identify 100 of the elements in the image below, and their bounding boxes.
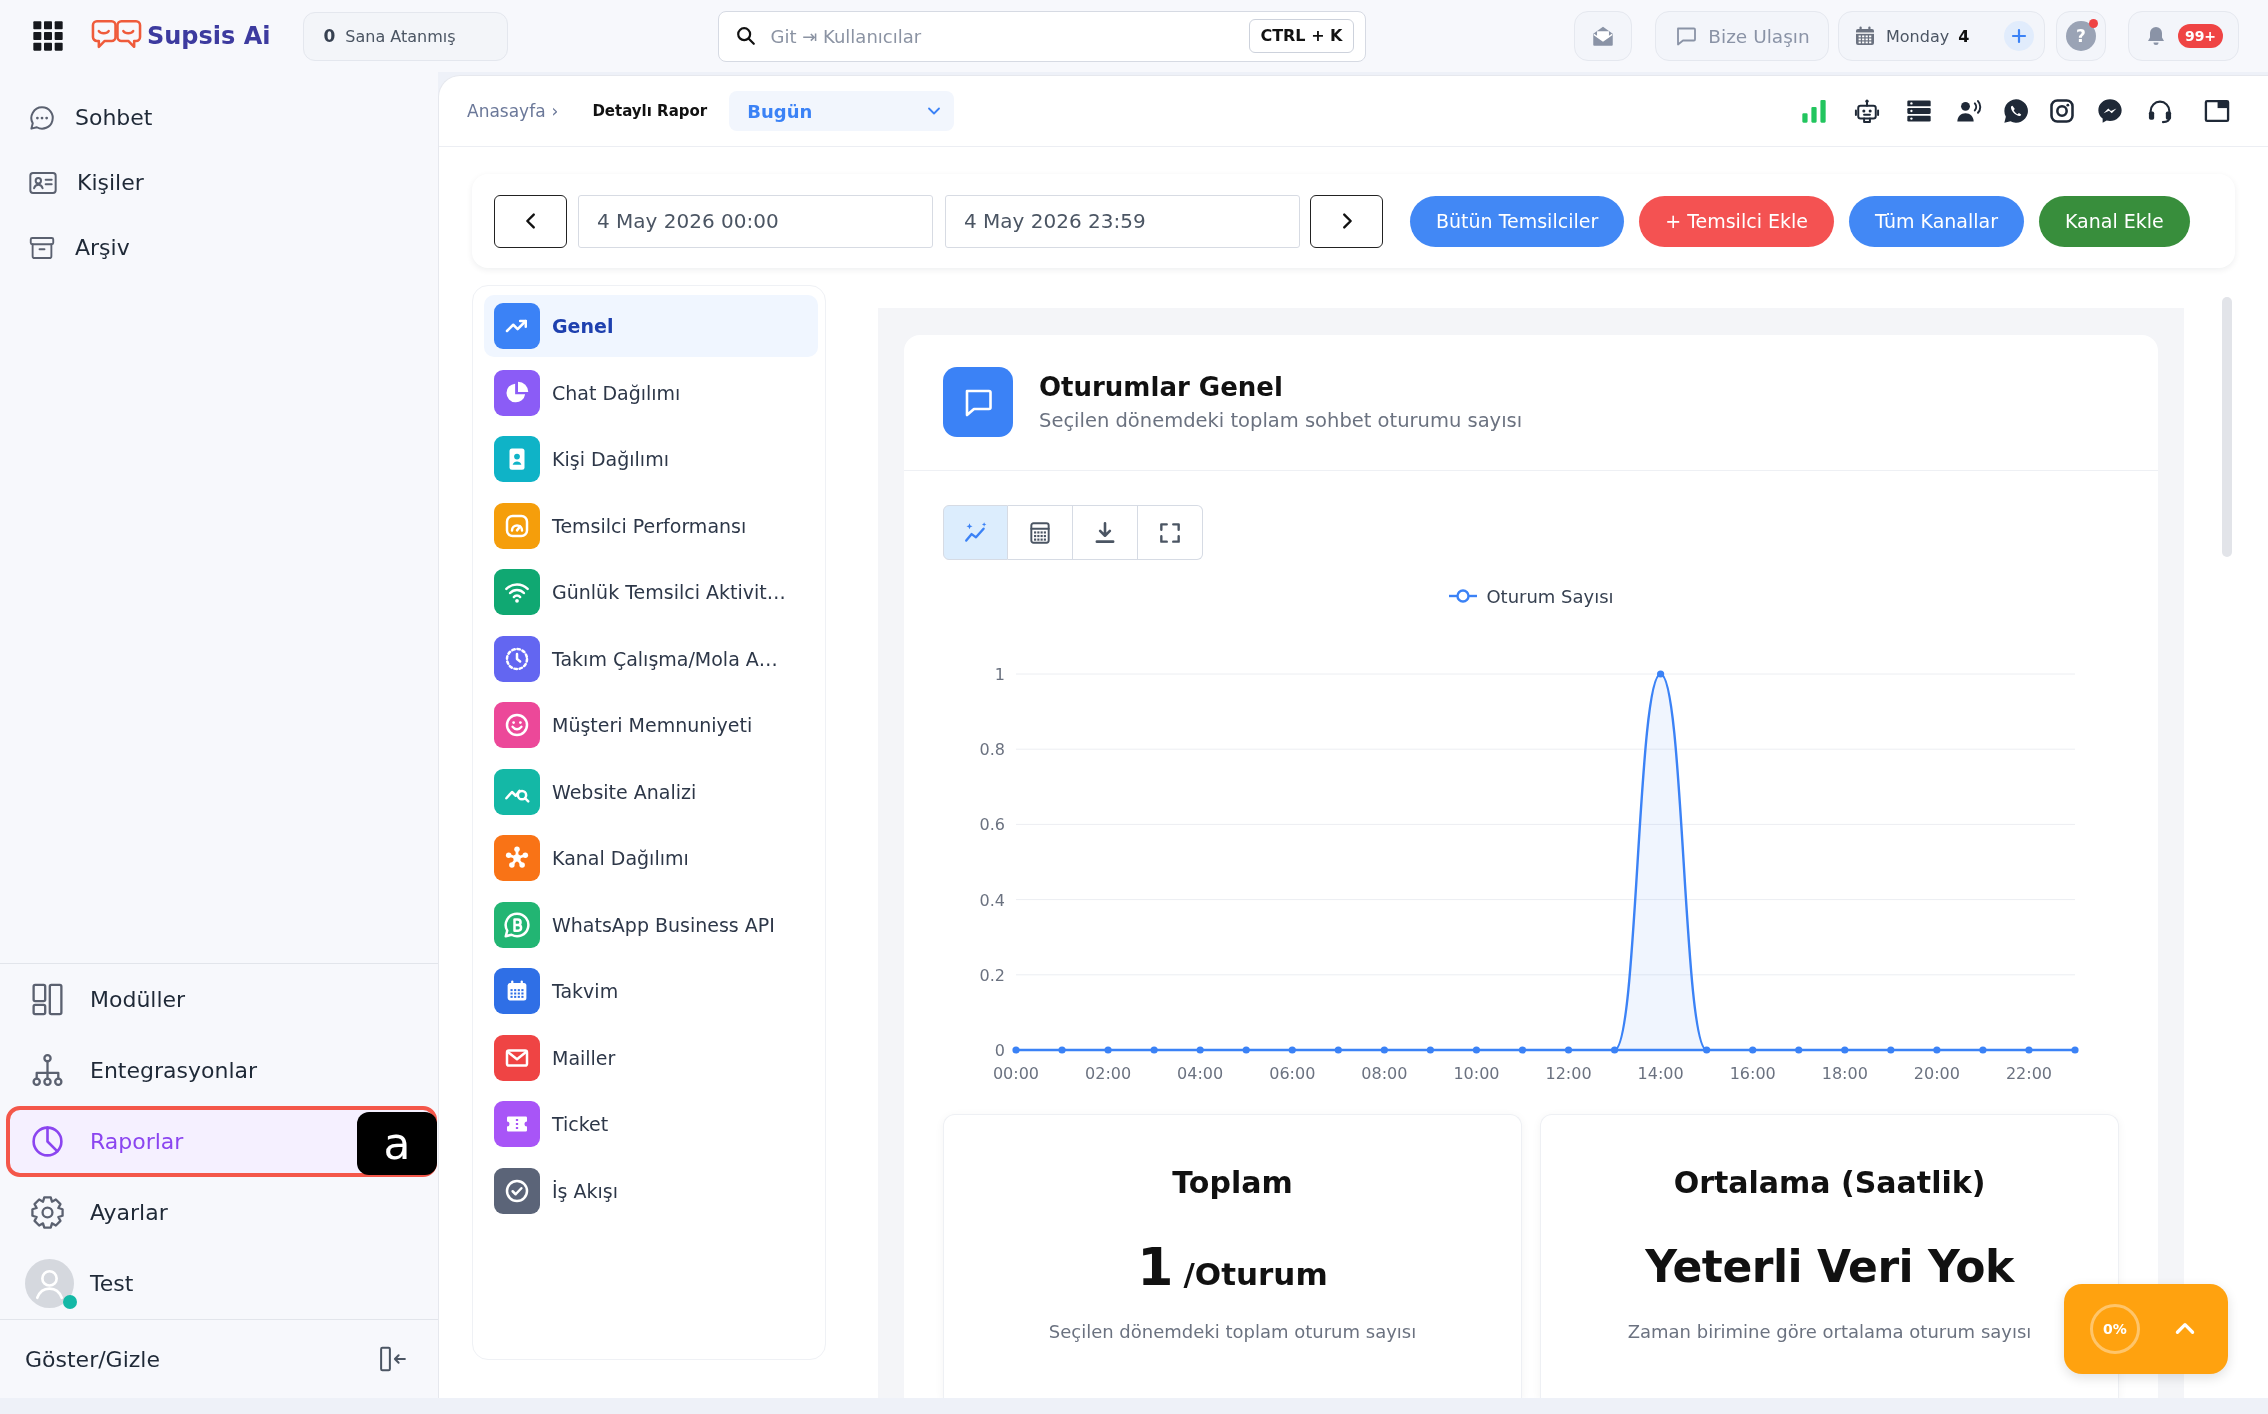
data-point	[1104, 1046, 1112, 1054]
stat-caption: Seçilen dönemdeki toplam oturum sayısı	[1048, 1320, 1417, 1344]
data-point	[1472, 1046, 1481, 1054]
y-axis-label: 0.8	[979, 740, 1005, 760]
report-menu-item[interactable]: Ticket	[484, 1093, 818, 1155]
y-axis-label: 1	[994, 665, 1005, 684]
x-axis-label: 20:00	[1913, 1064, 1960, 1083]
previous-button[interactable]	[494, 194, 567, 248]
report-menu-item[interactable]: Takvim	[484, 960, 818, 1022]
assigned-filter-button[interactable]: 0 Sana Atanmış	[302, 11, 508, 61]
sidebar-item[interactable]: Modüller	[6, 964, 437, 1035]
x-axis-label: 14:00	[1637, 1064, 1684, 1083]
data-point	[1334, 1046, 1342, 1054]
legend-label: Oturum Sayısı	[1486, 585, 1614, 607]
data-point	[1518, 1046, 1527, 1054]
x-axis-label: 12:00	[1545, 1064, 1592, 1083]
stat-unit: /Oturum	[1183, 1256, 1328, 1292]
x-axis-label: 10:00	[1453, 1064, 1500, 1083]
sidebar-item[interactable]: Entegrasyonlar	[6, 1035, 437, 1106]
data-point	[1058, 1046, 1066, 1054]
y-axis-label: 0.6	[979, 815, 1005, 835]
stat-value: Yeterli Veri Yok	[1645, 1240, 2014, 1294]
x-axis-label: 04:00	[1177, 1064, 1224, 1083]
sidebar-item[interactable]: Ayarlar	[6, 1177, 437, 1248]
sidebar-item[interactable]: Kişiler	[0, 150, 430, 215]
data-point	[2071, 1046, 2079, 1054]
sidebar-item[interactable]: Sohbet	[0, 85, 430, 150]
y-axis-label: 0.4	[979, 890, 1005, 910]
plus-icon[interactable]	[2004, 21, 2034, 51]
notification-badge: 99+	[2177, 24, 2224, 48]
data-point	[1749, 1046, 1757, 1054]
chat-icon	[943, 367, 1013, 437]
modules-icon	[29, 981, 66, 1018]
keyboard-hint: a	[357, 1112, 437, 1175]
stat-title: Toplam	[1172, 1165, 1293, 1201]
x-axis-label: 08:00	[1361, 1064, 1408, 1083]
table-view-button[interactable]	[1008, 505, 1073, 560]
x-axis-label: 22:00	[2005, 1064, 2052, 1083]
search-icon	[734, 25, 757, 47]
notifications-button[interactable]: 99+	[2128, 11, 2239, 61]
y-axis-label: 0.2	[979, 965, 1005, 985]
data-point	[1795, 1046, 1803, 1054]
download-button[interactable]	[1073, 505, 1138, 560]
window-icon[interactable]	[2203, 97, 2231, 125]
breadcrumb-current: Detaylı Rapor	[592, 102, 708, 120]
speaking-person-icon[interactable]	[1955, 97, 1983, 125]
data-point	[1841, 1046, 1849, 1054]
data-point	[1150, 1046, 1158, 1054]
report-menu-item[interactable]: Kişi Dağılımı	[484, 428, 818, 490]
report-menu-item[interactable]: Günlük Temsilci Aktivit…	[484, 561, 818, 623]
start-date-field[interactable]: 4 May 2026 00:00	[578, 194, 933, 248]
data-point	[1703, 1046, 1711, 1054]
stat-caption: Zaman birimine göre ortalama oturum sayısı	[1627, 1320, 2032, 1344]
legend-marker-icon	[1448, 589, 1479, 603]
report-menu-item[interactable]: Mailler	[484, 1026, 818, 1089]
action-button[interactable]: Kanal Ekle	[2039, 195, 2190, 247]
breadcrumb-link[interactable]: Anasayfa	[467, 101, 546, 121]
toggle-label: Göster/Gizle	[25, 1346, 160, 1372]
report-menu-item[interactable]: Müşteri Memnuniyeti	[484, 694, 818, 756]
logo-text: Supsis Ai	[147, 22, 271, 50]
app-grid-icon[interactable]	[32, 20, 64, 52]
stat-title: Ortalama (Saatlik)	[1673, 1165, 1986, 1201]
data-point	[1657, 670, 1665, 678]
user-name: Test	[90, 1271, 134, 1296]
report-menu-item[interactable]: Temsilci Performansı	[484, 494, 818, 557]
data-point	[1196, 1046, 1204, 1054]
sidebar-item[interactable]: Raporlar a	[6, 1106, 437, 1177]
calendar-button[interactable]: Monday 4	[1838, 11, 2045, 61]
inbox-button[interactable]	[1574, 11, 1632, 61]
data-point	[1012, 1046, 1020, 1054]
report-menu-item[interactable]: Genel	[484, 295, 818, 357]
data-point	[1288, 1046, 1296, 1054]
report-menu-item[interactable]: Takım Çalışma/Mola A…	[484, 627, 818, 690]
sidebar-item[interactable]: Arşiv	[0, 215, 430, 280]
end-date-field[interactable]: 4 May 2026 23:59	[945, 194, 1300, 248]
scrollbar-thumb[interactable]	[2222, 297, 2232, 557]
robot-icon[interactable]	[1853, 97, 1881, 125]
data-point	[1426, 1046, 1434, 1054]
camera-icon[interactable]	[2048, 97, 2076, 125]
y-axis-label: 0	[994, 1041, 1005, 1060]
card-subtitle: Seçilen dönemdeki toplam sohbet oturumu sayısı	[1039, 407, 1523, 434]
settings-icon	[29, 1194, 66, 1231]
phone-chat-icon[interactable]	[2002, 97, 2030, 125]
report-menu-item[interactable]: WhatsApp Business API	[484, 893, 818, 956]
collapse-sidebar-icon[interactable]	[378, 1344, 408, 1374]
data-point	[2025, 1046, 2033, 1054]
fullscreen-button[interactable]	[1138, 505, 1203, 560]
x-axis-label: 00:00	[992, 1064, 1040, 1083]
breadcrumb-separator: ›	[551, 101, 559, 121]
data-point	[1380, 1046, 1388, 1054]
bolt-chat-icon[interactable]	[2096, 97, 2124, 125]
report-menu-item[interactable]: İş Akışı	[484, 1159, 818, 1222]
card-title: Oturumlar Genel	[1039, 370, 1284, 403]
report-menu-item[interactable]: Chat Dağılımı	[484, 361, 818, 424]
report-menu-item[interactable]: Kanal Dağılımı	[484, 827, 818, 889]
data-point	[1933, 1046, 1941, 1054]
next-button[interactable]	[1310, 194, 1383, 248]
x-axis-label: 18:00	[1821, 1064, 1868, 1083]
calculator-icon	[1027, 519, 1053, 546]
report-menu-item[interactable]: Website Analizi	[484, 760, 818, 823]
